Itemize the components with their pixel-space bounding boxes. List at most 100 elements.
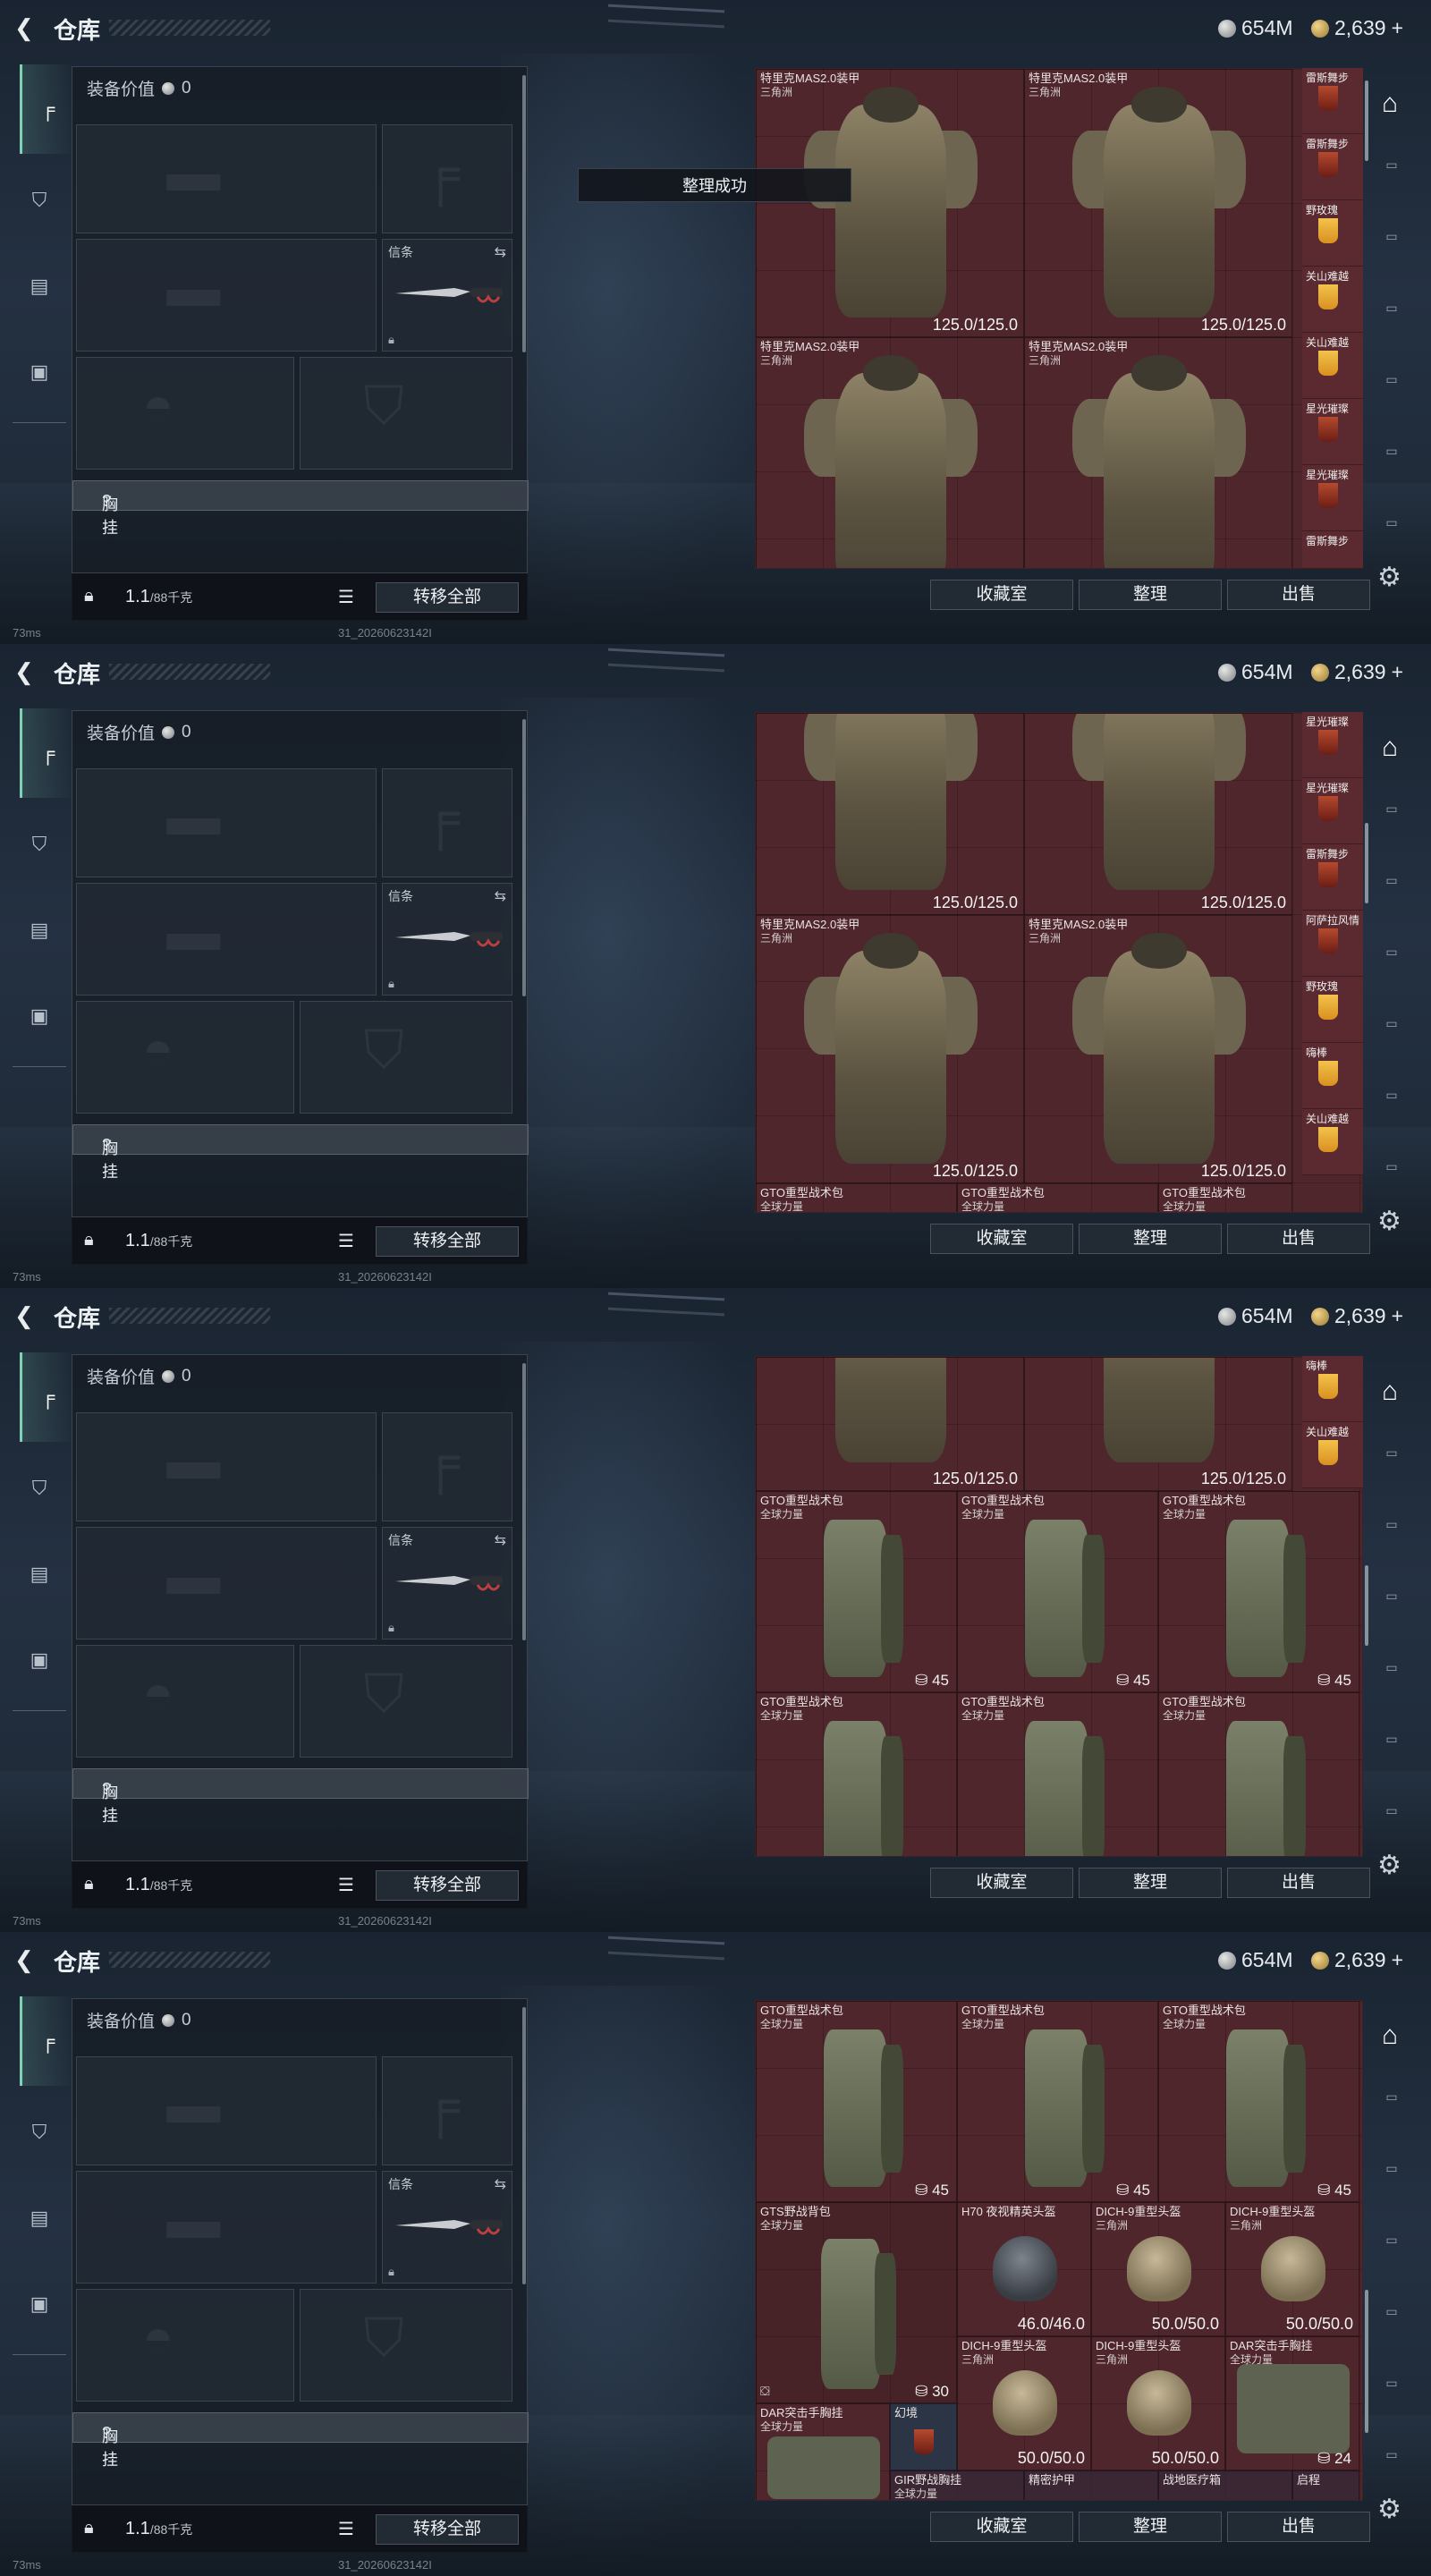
stash-item-helmet[interactable]: DICH-9重型头盔 三角洲 50.0/50.0 xyxy=(1091,2202,1225,2336)
tab-weapons[interactable]: ╒ xyxy=(20,1996,73,2086)
stash-item-drink[interactable]: 嗨棒 xyxy=(1302,1043,1363,1109)
stash-item-drink[interactable]: 关山难越 xyxy=(1302,1422,1363,1488)
stash-item-drink[interactable]: 野玫瑰 xyxy=(1302,200,1363,267)
secondary-weapon-slot[interactable]: ▬ xyxy=(76,2171,377,2284)
tab-armor[interactable]: ⛉ xyxy=(20,2113,59,2152)
stash-item-armor[interactable]: 特里克MAS2.0装甲 三角洲 125.0/125.0 xyxy=(756,69,1024,337)
tab-case[interactable]: ▣ xyxy=(20,2284,59,2324)
stash-item-drink[interactable]: 雷斯舞步 xyxy=(1302,134,1363,200)
settings-gear-icon[interactable]: ⚙ xyxy=(1377,1206,1401,1237)
stash-item-drink[interactable]: 雷斯舞步 xyxy=(1302,68,1363,134)
equipment-scrollbar[interactable] xyxy=(522,75,526,352)
stash-item-drink[interactable]: 嗨棒 xyxy=(1302,1356,1363,1422)
primary-weapon-slot[interactable]: ▬ xyxy=(76,768,377,877)
stash-item-helmet[interactable]: DICH-9重型头盔 三角洲 50.0/50.0 xyxy=(1225,2202,1359,2336)
stash-item-backpack[interactable]: GTS野战背包 全球力量 ⛁ 30 ⛋ xyxy=(756,2202,957,2403)
tab-armor[interactable]: ⛉ xyxy=(20,181,59,220)
tab-icon-5[interactable]: ▭ xyxy=(1374,1088,1410,1123)
back-arrow-icon[interactable]: ❮ xyxy=(14,14,38,41)
primary-weapon-slot[interactable]: ▬ xyxy=(76,124,377,233)
transfer-all-button[interactable]: 转移全部 xyxy=(376,1870,519,1901)
stash-item-bag[interactable]: GTO重型战术包 全球力量 xyxy=(1158,1183,1292,1212)
stash-item-armor[interactable]: 125.0/125.0 xyxy=(756,713,1024,915)
tab-icon-3[interactable]: ▭ xyxy=(1374,301,1410,336)
body-armor-slot[interactable]: ⛉ xyxy=(300,1645,512,1758)
tab-backpack[interactable]: ▤ xyxy=(20,267,59,306)
chest-rig-slot[interactable]: 胸挂 ? xyxy=(72,480,529,537)
stash-item-helmet[interactable]: H70 夜视精英头盔 46.0/46.0 xyxy=(957,2202,1091,2336)
tab-icon-2[interactable]: ▭ xyxy=(1374,229,1410,265)
collection-room-button[interactable]: 收藏室 xyxy=(930,580,1073,610)
stash-item-drink[interactable]: 关山难越 xyxy=(1302,333,1363,399)
tab-icon-6[interactable]: ▭ xyxy=(1374,2447,1410,2483)
equipment-scrollbar[interactable] xyxy=(522,1363,526,1640)
tab-icon-1[interactable]: ▭ xyxy=(1374,157,1410,193)
tab-icon-2[interactable]: ▭ xyxy=(1374,2161,1410,2197)
stash-item-armor[interactable]: 精密护甲 xyxy=(1024,2470,1158,2500)
sell-button[interactable]: 出售 xyxy=(1227,580,1370,610)
stash-item-armor[interactable]: 特里克MAS2.0装甲 三角洲 125.0/125.0 xyxy=(1024,915,1292,1183)
stash-item-drink[interactable]: 野玫瑰 xyxy=(1302,977,1363,1043)
stash-item-drink[interactable]: 星光璀璨 xyxy=(1302,465,1363,531)
tab-icon-1[interactable]: ▭ xyxy=(1374,2089,1410,2125)
stash-item-helmet[interactable]: DICH-9重型头盔 三角洲 50.0/50.0 xyxy=(1091,2336,1225,2470)
stash-item-bag[interactable]: GTO重型战术包 全球力量 ⛁ 45 xyxy=(957,1491,1158,1692)
tab-icon-5[interactable]: ▭ xyxy=(1374,1732,1410,1767)
tab-weapons[interactable]: ╒ xyxy=(20,708,73,798)
sort-button[interactable]: 整理 xyxy=(1079,1868,1222,1898)
stash-item-bag[interactable]: GTO重型战术包 全球力量 xyxy=(957,1183,1158,1212)
stash-item-drink[interactable]: 关山难越 xyxy=(1302,1109,1363,1175)
collection-room-button[interactable]: 收藏室 xyxy=(930,1868,1073,1898)
helmet-slot[interactable]: ◓ xyxy=(76,1645,294,1758)
tab-case[interactable]: ▣ xyxy=(20,996,59,1036)
pistol-slot[interactable]: ╒ xyxy=(382,1412,512,1521)
stash-item-bag[interactable]: GTO重型战术包 全球力量 ⛁ 45 xyxy=(756,1491,957,1692)
stash-item-drink[interactable]: 幻境 xyxy=(890,2403,957,2470)
stash-item-bag[interactable]: GTO重型战术包 全球力量 xyxy=(756,1183,957,1212)
secondary-weapon-slot[interactable]: ▬ xyxy=(76,1527,377,1640)
back-arrow-icon[interactable]: ❮ xyxy=(14,658,38,685)
tab-icon-2[interactable]: ▭ xyxy=(1374,1517,1410,1553)
tab-armor[interactable]: ⛉ xyxy=(20,825,59,864)
body-armor-slot[interactable]: ⛉ xyxy=(300,2289,512,2402)
body-armor-slot[interactable]: ⛉ xyxy=(300,1001,512,1114)
melee-slot[interactable]: 信条 ⇆ 🔒︎ xyxy=(382,239,512,352)
gold-currency[interactable]: 2,639 + xyxy=(1311,660,1403,684)
list-icon[interactable]: ☰ xyxy=(338,586,354,608)
tab-icon-3[interactable]: ▭ xyxy=(1374,1589,1410,1624)
secondary-weapon-slot[interactable]: ▬ xyxy=(76,239,377,352)
stash-item-drink[interactable]: 星光璀璨 xyxy=(1302,712,1363,778)
list-icon[interactable]: ☰ xyxy=(338,2518,354,2540)
settings-gear-icon[interactable]: ⚙ xyxy=(1377,2494,1401,2525)
transfer-all-button[interactable]: 转移全部 xyxy=(376,2514,519,2545)
stash-item-armor[interactable]: 125.0/125.0 xyxy=(756,1357,1024,1491)
tab-backpack[interactable]: ▤ xyxy=(20,2199,59,2238)
add-gold-icon[interactable]: + xyxy=(1392,1304,1403,1328)
swap-icon[interactable]: ⇆ xyxy=(495,887,506,905)
list-icon[interactable]: ☰ xyxy=(338,1230,354,1252)
stash-item-chest-rig[interactable]: DAR突击手胸挂 全球力量 xyxy=(756,2403,890,2500)
tab-weapons[interactable]: ╒ xyxy=(20,1352,73,1442)
stash-item-helmet[interactable]: DICH-9重型头盔 三角洲 50.0/50.0 xyxy=(957,2336,1091,2470)
add-gold-icon[interactable]: + xyxy=(1392,16,1403,40)
helmet-slot[interactable]: ◓ xyxy=(76,357,294,470)
sort-button[interactable]: 整理 xyxy=(1079,2512,1222,2542)
equipment-scrollbar[interactable] xyxy=(522,719,526,996)
tab-icon-3[interactable]: ▭ xyxy=(1374,945,1410,980)
tab-icon-6[interactable]: ▭ xyxy=(1374,515,1410,551)
stash-item-bag[interactable]: GTO重型战术包 全球力量 xyxy=(957,1692,1158,1856)
melee-slot[interactable]: 信条 ⇆ 🔒︎ xyxy=(382,883,512,996)
chest-rig-slot[interactable]: 胸挂 ? xyxy=(72,2412,529,2469)
stash-item-bag[interactable]: GTO重型战术包 全球力量 ⛁ 45 xyxy=(1158,2001,1359,2202)
gold-currency[interactable]: 2,639 + xyxy=(1311,1948,1403,1972)
swap-icon[interactable]: ⇆ xyxy=(495,2175,506,2193)
stash-item-armor[interactable]: 特里克MAS2.0装甲 三角洲 125.0/125.0 xyxy=(1024,69,1292,337)
settings-gear-icon[interactable]: ⚙ xyxy=(1377,562,1401,593)
transfer-all-button[interactable]: 转移全部 xyxy=(376,1226,519,1257)
tab-weapons[interactable]: ╒ xyxy=(20,64,73,154)
stash-item-medkit[interactable]: 战地医疗箱 xyxy=(1158,2470,1292,2500)
add-gold-icon[interactable]: + xyxy=(1392,1948,1403,1972)
stash-item-bag[interactable]: GTO重型战术包 全球力量 ⛁ 45 xyxy=(756,2001,957,2202)
back-arrow-icon[interactable]: ❮ xyxy=(14,1302,38,1329)
stash-item-chest-rig[interactable]: DAR突击手胸挂 全球力量 ⛁ 24 xyxy=(1225,2336,1359,2470)
